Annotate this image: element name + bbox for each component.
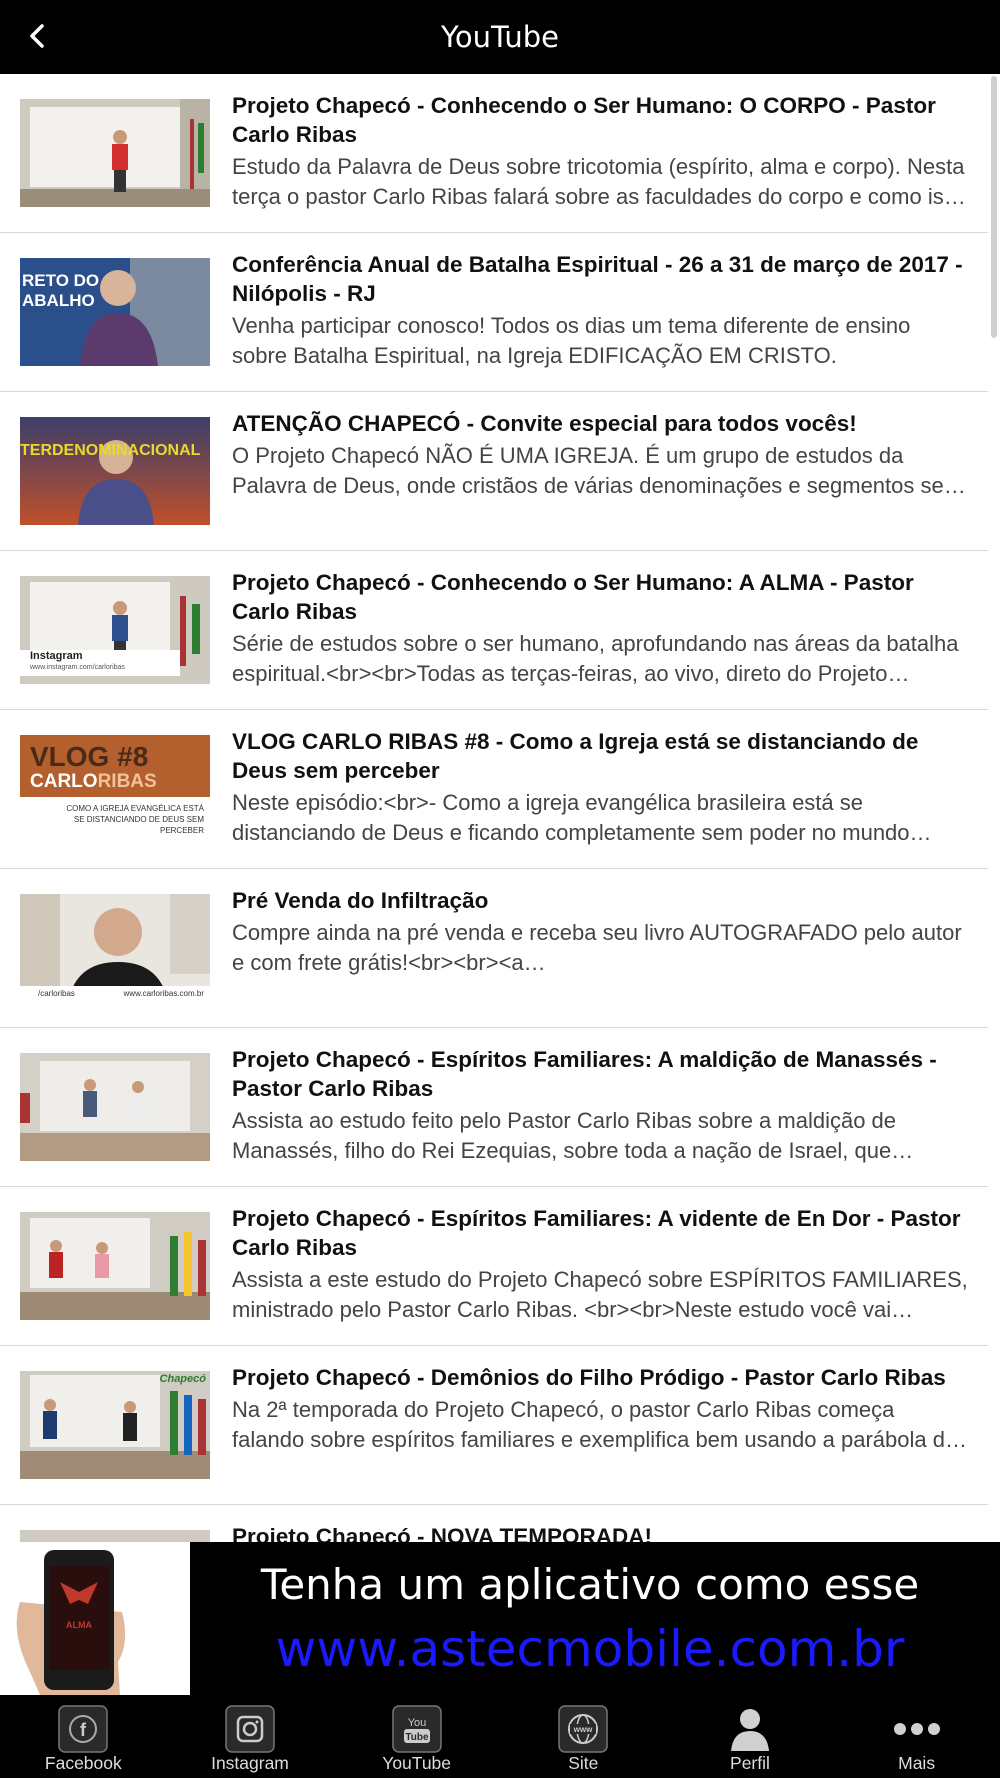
video-description: Estudo da Palavra de Deus sobre tricotom… [232,154,967,209]
video-list[interactable]: Projeto Chapecó - Conhecendo o Ser Human… [0,74,988,1542]
svg-text:Tube: Tube [405,1732,429,1743]
video-description: Compre ainda na pré venda e receba seu l… [232,920,962,975]
phone-app-logo: ALMA [66,1620,92,1630]
video-description: Assista ao estudo feito pelo Pastor Carl… [232,1108,897,1163]
svg-text:RETO DO: RETO DO [22,271,99,290]
tab-youtube[interactable]: You Tube YouTube [333,1695,500,1778]
tab-mais[interactable]: Mais [833,1695,1000,1778]
video-title: Conferência Anual de Batalha Espiritual … [232,252,963,306]
video-description: O Projeto Chapecó NÃO É UMA IGREJA. É um… [232,443,944,498]
tab-label: Instagram [211,1753,289,1773]
tab-label: Mais [898,1753,936,1773]
video-item[interactable]: VLOG #8 CARLORIBAS COMO A IGREJA EVANGÉL… [0,710,988,869]
video-item[interactable]: Projeto Chapecó - Conhecendo o Ser Human… [0,74,988,233]
ad-headline: Tenha um aplicativo como esse [260,1560,920,1609]
video-title: Projeto Chapecó - Espíritos Familiares: … [232,1206,961,1260]
tab-site[interactable]: www Site [500,1695,667,1778]
thumbnail-caption: Instagram www.instagram.com/carloribas [20,650,180,676]
video-title: Projeto Chapecó - Conhecendo o Ser Human… [232,93,936,147]
video-item[interactable]: Chapecó Projeto Chapecó - Demônios do Fi… [0,1346,988,1505]
vlog-label: VLOG #8 [30,741,149,772]
top-bar: YouTube [0,0,1000,74]
svg-text:www: www [573,1725,593,1734]
video-title: ATENÇÃO CHAPECÓ - Convite especial para … [232,411,857,436]
video-thumbnail [20,99,210,207]
video-item[interactable]: Projeto Chapecó - Espíritos Familiares: … [0,1028,988,1187]
video-title: Projeto Chapecó - Conhecendo o Ser Human… [232,570,914,624]
video-description: Série de estudos sobre o ser humano, apr… [232,631,959,686]
thumbnail-logo: Chapecó [159,1373,206,1385]
tab-instagram[interactable]: Instagram [167,1695,334,1778]
facebook-icon: f [58,1705,109,1753]
instagram-icon [225,1705,275,1753]
tab-label: Facebook [44,1753,122,1773]
scrollbar[interactable] [991,76,997,338]
video-thumbnail: Instagram www.instagram.com/carloribas [20,576,210,684]
tab-facebook[interactable]: f Facebook [0,1695,167,1778]
video-title: Projeto Chapecó - Demônios do Filho Pród… [232,1365,946,1390]
tab-label: Site [568,1753,599,1773]
video-thumbnail [20,1053,210,1161]
video-title: Projeto Chapecó - Espíritos Familiares: … [232,1047,937,1101]
youtube-icon: You Tube [391,1705,442,1753]
thumbnail-footer: /carloribas www.carloribas.com.br [20,986,210,1002]
svg-text:You: You [407,1717,426,1729]
tab-perfil[interactable]: Perfil [667,1695,834,1778]
video-thumbnail [20,1212,210,1320]
video-item[interactable]: Instagram www.instagram.com/carloribas P… [0,551,988,710]
svg-text:ABALHO: ABALHO [22,291,95,310]
video-description: Na 2ª temporada do Projeto Chapecó, o pa… [232,1397,958,1452]
video-item[interactable]: Projeto Chapecó - NOVA TEMPORADA! [0,1505,988,1542]
video-title: VLOG CARLO RIBAS #8 - Como a Igreja está… [232,729,919,783]
video-thumbnail: RETO DO ABALHO [20,258,210,366]
globe-icon: www [558,1705,609,1753]
ad-url[interactable]: www.astecmobile.com.br [230,1620,950,1678]
video-description: Neste episódio:<br>- Como a igreja evang… [232,790,910,845]
page-title: YouTube [441,20,559,54]
video-item[interactable]: RETO DO ABALHO Conferência Anual de Bata… [0,233,988,392]
video-thumbnail: Chapecó [20,1371,210,1479]
person-icon [725,1705,775,1753]
vlog-caption: COMO A IGREJA EVANGÉLICA ESTÁ SE DISTANC… [20,797,210,843]
video-item[interactable]: TERDENOMINACIONAL ATENÇÃO CHAPECÓ - Conv… [0,392,988,551]
video-thumbnail: /carloribas www.carloribas.com.br [20,894,210,1002]
video-title: Pré Venda do Infiltração [232,888,489,913]
more-icon [892,1705,942,1753]
video-thumbnail: TERDENOMINACIONAL [20,417,210,525]
bottom-tab-bar: f Facebook Instagram You Tube YouTube ww… [0,1695,1000,1778]
video-item[interactable]: /carloribas www.carloribas.com.br Pré Ve… [0,869,988,1028]
video-thumbnail [20,1530,210,1542]
video-item[interactable]: Projeto Chapecó - Espíritos Familiares: … [0,1187,988,1346]
svg-text:TERDENOMINACIONAL: TERDENOMINACIONAL [20,442,201,459]
video-description: Assista a este estudo do Projeto Chapecó… [232,1267,968,1322]
video-thumbnail: VLOG #8 CARLORIBAS COMO A IGREJA EVANGÉL… [20,735,210,843]
tab-label: YouTube [382,1753,452,1773]
svg-text:f: f [80,1720,87,1740]
video-description: Venha participar conosco! Todos os dias … [232,313,911,368]
phone-in-hand-image: ALMA [0,1542,190,1695]
video-title: Projeto Chapecó - NOVA TEMPORADA! [232,1524,653,1542]
tab-label: Perfil [730,1753,770,1773]
ad-banner[interactable]: ALMA Tenha um aplicativo como esse www.a… [0,1542,1000,1695]
vlog-name: CARLORIBAS [30,771,157,792]
